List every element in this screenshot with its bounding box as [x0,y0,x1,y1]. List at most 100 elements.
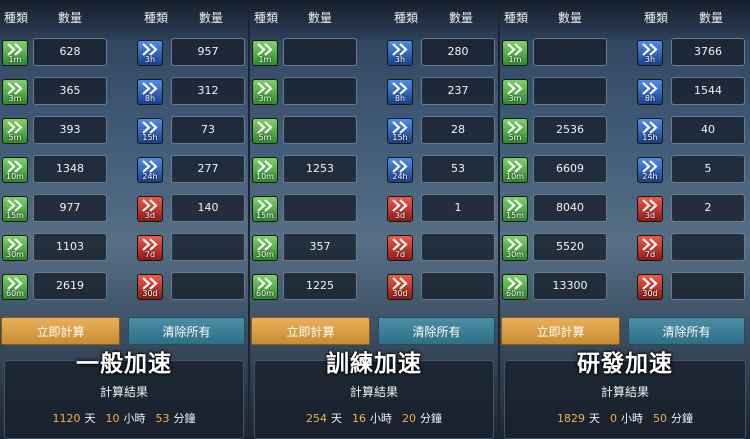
speedup-3d-icon: 3d [637,196,663,222]
speedup-duration-label: 1m [508,55,522,64]
speedup-duration-label: 15h [642,133,658,142]
quantity-input[interactable] [171,272,245,300]
speedup-15h-icon: 15h [137,118,163,144]
quantity-input[interactable]: 365 [33,77,107,105]
quantity-input[interactable] [283,38,357,66]
quantity-input[interactable]: 5520 [533,233,607,261]
quantity-input[interactable]: 2 [671,194,745,222]
speedup-duration-label: 7d [644,250,656,259]
speedup-5m-icon: 5m [502,118,528,144]
speedup-3h-icon: 3h [137,40,163,66]
quantity-input[interactable]: 3766 [671,38,745,66]
speedup-duration-label: 30m [506,250,524,259]
quantity-input[interactable]: 1348 [33,155,107,183]
speedup-15m-icon: 15m [252,196,278,222]
quantity-input[interactable] [171,233,245,261]
quantity-input[interactable]: 5 [671,155,745,183]
speedup-7d-icon: 7d [637,235,663,261]
speedup-duration-label: 8h [144,94,156,103]
speedup-duration-label: 30m [6,250,24,259]
calculate-button[interactable]: 立即計算 [251,317,370,345]
quantity-input[interactable]: 977 [33,194,107,222]
result-days: 1829 [557,412,585,425]
quantity-input[interactable]: 73 [171,116,245,144]
column-header-quantity: 數量 [58,11,83,25]
speedup-30m-icon: 30m [252,235,278,261]
column-header-type: 種類 [254,11,279,25]
unit-hour: 小時 [621,412,643,425]
quantity-input[interactable] [533,77,607,105]
speedup-duration-label: 3d [394,211,406,220]
speedup-duration-label: 5m [258,133,272,142]
speedup-3h-icon: 3h [637,40,663,66]
speedup-duration-label: 3d [644,211,656,220]
speedup-3d-icon: 3d [137,196,163,222]
quantity-input[interactable]: 357 [283,233,357,261]
speedup-duration-label: 1m [8,55,22,64]
speedup-7d-icon: 7d [137,235,163,261]
quantity-input[interactable] [671,233,745,261]
quantity-input[interactable] [283,116,357,144]
column-header-quantity: 數量 [699,11,724,25]
clear-all-button[interactable]: 清除所有 [628,317,745,345]
speedup-30m-icon: 30m [2,235,28,261]
quantity-input[interactable]: 280 [421,38,495,66]
quantity-input[interactable] [421,233,495,261]
result-duration: 1829 天 0 小時 50 分鐘 [500,410,750,426]
quantity-input[interactable]: 957 [171,38,245,66]
quantity-input[interactable]: 13300 [533,272,607,300]
speedup-3m-icon: 3m [252,79,278,105]
speedup-duration-label: 3h [144,55,156,64]
speedup-duration-label: 15h [142,133,158,142]
speedup-15h-icon: 15h [387,118,413,144]
speedup-10m-icon: 10m [502,157,528,183]
quantity-input[interactable] [283,77,357,105]
quantity-input[interactable]: 1 [421,194,495,222]
quantity-input[interactable]: 1544 [671,77,745,105]
quantity-input[interactable]: 237 [421,77,495,105]
quantity-input[interactable]: 277 [171,155,245,183]
quantity-input[interactable]: 140 [171,194,245,222]
calculate-button[interactable]: 立即計算 [501,317,620,345]
speedup-duration-label: 30d [642,289,658,298]
quantity-input[interactable]: 40 [671,116,745,144]
quantity-input[interactable] [283,194,357,222]
quantity-input[interactable] [533,38,607,66]
speedup-24h-icon: 24h [387,157,413,183]
quantity-input[interactable]: 28 [421,116,495,144]
speedup-duration-label: 10m [506,172,524,181]
unit-hour: 小時 [370,412,392,425]
quantity-input[interactable]: 1103 [33,233,107,261]
quantity-input[interactable]: 628 [33,38,107,66]
speedup-duration-label: 10m [256,172,274,181]
result-duration: 1120 天 10 小時 53 分鐘 [0,410,248,426]
speedup-24h-icon: 24h [637,157,663,183]
panel-title: 訓練加速 [326,351,422,377]
quantity-input[interactable] [671,272,745,300]
speedup-30d-icon: 30d [387,274,413,300]
quantity-input[interactable]: 312 [171,77,245,105]
quantity-input[interactable]: 2536 [533,116,607,144]
quantity-input[interactable] [421,272,495,300]
speedup-duration-label: 60m [506,289,524,298]
clear-all-button[interactable]: 清除所有 [128,317,245,345]
speedup-8h-icon: 8h [387,79,413,105]
quantity-input[interactable]: 6609 [533,155,607,183]
speedup-30d-icon: 30d [637,274,663,300]
quantity-input[interactable]: 2619 [33,272,107,300]
calculate-button[interactable]: 立即計算 [1,317,120,345]
quantity-input[interactable]: 393 [33,116,107,144]
speedup-duration-label: 7d [144,250,156,259]
quantity-input[interactable]: 1225 [283,272,357,300]
column-header-quantity: 數量 [449,11,474,25]
quantity-input[interactable]: 8040 [533,194,607,222]
panel-title: 研發加速 [577,351,673,377]
speedup-3m-icon: 3m [2,79,28,105]
quantity-input[interactable]: 1253 [283,155,357,183]
result-label: 計算結果 [349,385,398,399]
speedup-duration-label: 3h [394,55,406,64]
clear-all-button[interactable]: 清除所有 [378,317,495,345]
speedup-duration-label: 8h [644,94,656,103]
quantity-input[interactable]: 53 [421,155,495,183]
column-header-type: 種類 [4,11,29,25]
